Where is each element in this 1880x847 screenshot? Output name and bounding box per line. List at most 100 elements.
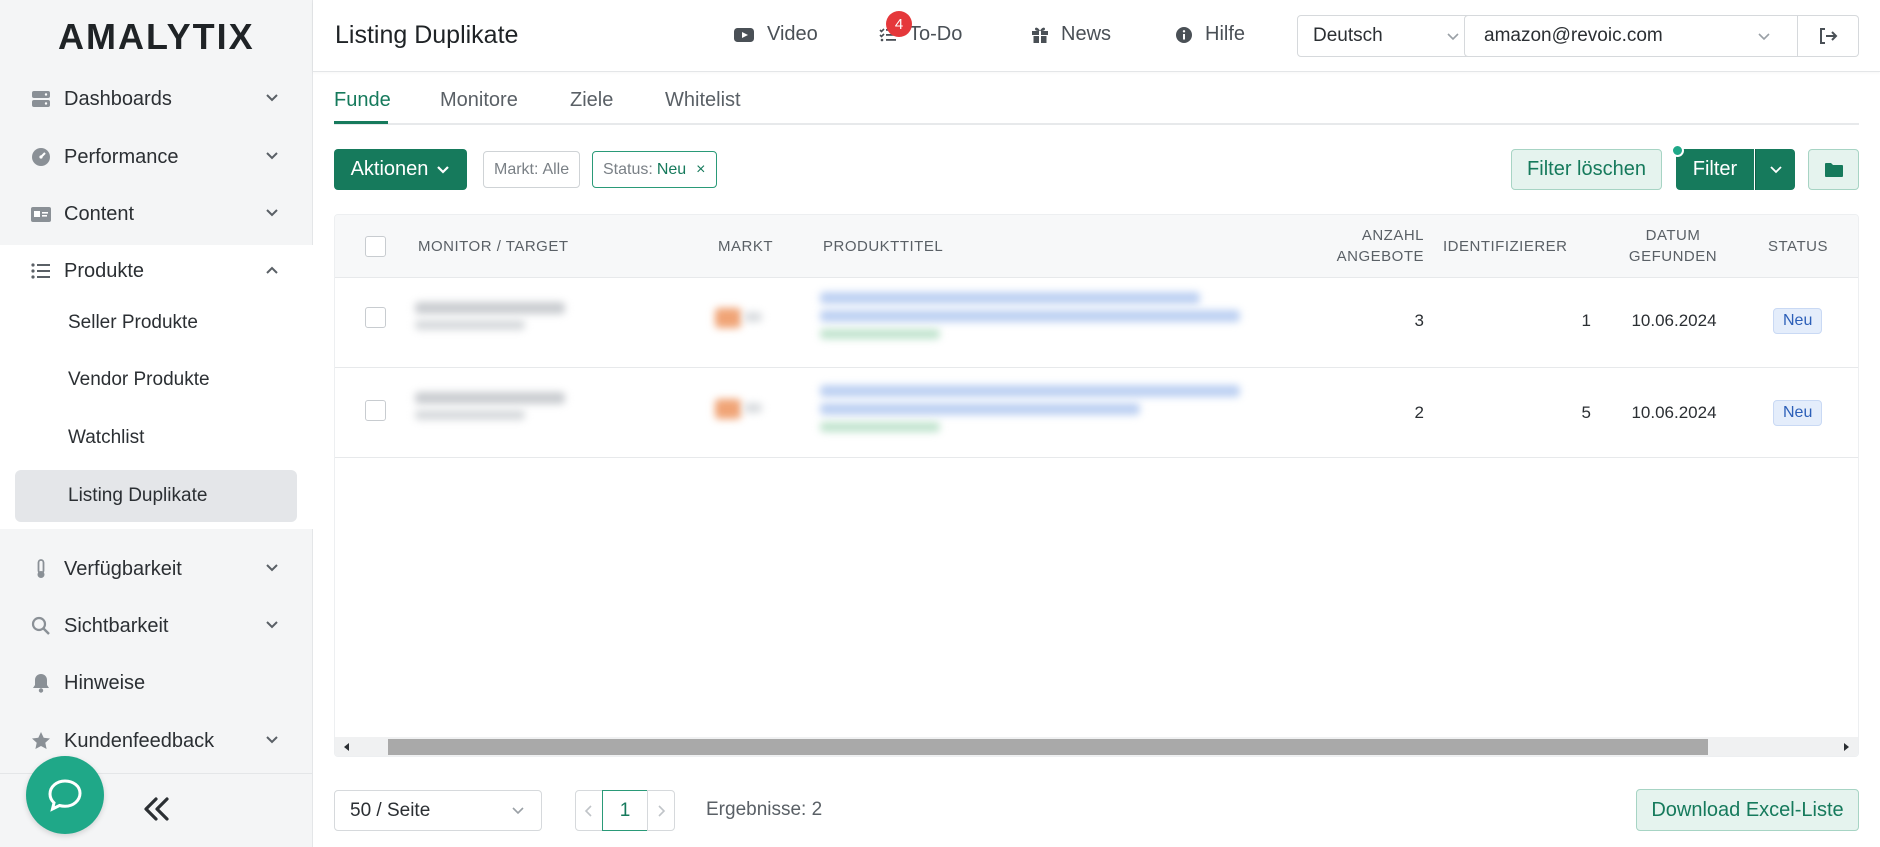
logout-button[interactable] — [1797, 15, 1859, 57]
chip-markt-value: Alle — [542, 160, 570, 178]
blurred-market-code — [744, 312, 762, 322]
news-link[interactable]: News — [1031, 23, 1111, 46]
cell-anzahl-angebote: 2 — [1414, 403, 1424, 422]
sidebar-item-label: Dashboards — [64, 87, 172, 110]
blurred-product-title[interactable] — [820, 403, 1140, 415]
blurred-monitor-name — [415, 302, 565, 314]
chat-button[interactable] — [26, 756, 104, 834]
sidebar-subitem-listing-duplikate[interactable]: Listing Duplikate — [68, 476, 207, 516]
marketplace-flag-icon — [715, 399, 741, 419]
select-all-checkbox[interactable] — [365, 236, 386, 257]
scroll-left-icon[interactable] — [341, 741, 353, 753]
sidebar-subitem-vendor-produkte[interactable]: Vendor Produkte — [68, 360, 210, 400]
sidebar-item-produkte[interactable]: Produkte — [0, 245, 313, 297]
column-header-markt[interactable]: MARKT — [718, 236, 773, 257]
thermometer-icon — [30, 558, 52, 580]
news-label: News — [1061, 23, 1112, 45]
column-header-status[interactable]: STATUS — [1768, 236, 1828, 257]
sidebar-item-label: Kundenfeedback — [64, 729, 215, 752]
column-header-identifizierer[interactable]: IDENTIFIZIERER — [1443, 236, 1568, 257]
header-line: GEFUNDEN — [1628, 248, 1718, 265]
sidebar-item-label: Content — [64, 202, 135, 225]
previous-page-button[interactable] — [575, 790, 603, 831]
tab-funde[interactable]: Funde — [334, 89, 391, 112]
video-link[interactable]: Video — [733, 23, 818, 46]
video-icon — [733, 27, 755, 43]
sidebar-subitem-watchlist[interactable]: Watchlist — [68, 418, 144, 458]
chevron-down-icon — [266, 564, 278, 572]
clear-filter-button[interactable]: Filter löschen — [1511, 149, 1662, 190]
sidebar-item-label: Hinweise — [64, 671, 146, 694]
tab-monitore[interactable]: Monitore — [440, 89, 518, 112]
close-icon[interactable]: × — [696, 161, 705, 179]
tab-ziele[interactable]: Ziele — [570, 89, 613, 112]
chat-icon — [48, 779, 82, 812]
blurred-asin — [820, 329, 940, 339]
sidebar-item-label: Produkte — [64, 259, 145, 282]
column-header-produkttitel[interactable]: PRODUKTTITEL — [823, 236, 943, 257]
sidebar-item-content[interactable]: Content — [0, 188, 313, 240]
chip-status-value: Neu — [656, 160, 687, 178]
sidebar-item-verfuegbarkeit[interactable]: Verfügbarkeit — [0, 543, 313, 595]
chevron-down-icon — [266, 94, 278, 102]
blurred-product-title[interactable] — [820, 310, 1240, 322]
tab-bar: Funde Monitore Ziele Whitelist — [334, 72, 1859, 125]
column-header-monitor[interactable]: MONITOR / TARGET — [418, 236, 569, 257]
filter-active-dot — [1671, 144, 1684, 157]
tab-whitelist[interactable]: Whitelist — [665, 89, 741, 112]
horizontal-scrollbar[interactable] — [335, 737, 1858, 756]
sidebar-item-sichtbarkeit[interactable]: Sichtbarkeit — [0, 600, 313, 652]
marketplace-flag-icon — [715, 308, 741, 328]
table-row[interactable]: 3 1 10.06.2024 Neu — [335, 278, 1858, 368]
chevron-down-icon — [266, 152, 278, 160]
blurred-product-title[interactable] — [820, 385, 1240, 397]
sidebar-subitem-seller-produkte[interactable]: Seller Produkte — [68, 303, 198, 343]
language-select[interactable]: Deutsch — [1297, 15, 1477, 57]
collapse-sidebar-icon[interactable] — [140, 793, 172, 825]
table-row[interactable]: 2 5 10.06.2024 Neu — [335, 368, 1858, 458]
saved-filters-button[interactable] — [1808, 149, 1859, 190]
page-size-select[interactable]: 50 / Seite — [334, 790, 542, 831]
help-link[interactable]: Hilfe — [1175, 23, 1245, 46]
blurred-product-title[interactable] — [820, 292, 1200, 304]
filter-button[interactable]: Filter — [1676, 149, 1754, 190]
sidebar-item-dashboards[interactable]: Dashboards — [0, 73, 313, 125]
filter-dropdown-button[interactable] — [1755, 149, 1795, 190]
brand-logo[interactable]: AMALYTIX — [58, 16, 255, 58]
page-button-1[interactable]: 1 — [602, 790, 648, 831]
list-icon — [30, 260, 52, 282]
cell-identifizierer: 5 — [1581, 403, 1591, 422]
download-excel-button[interactable]: Download Excel-Liste — [1636, 789, 1859, 831]
id-card-icon — [30, 203, 52, 225]
actions-button[interactable]: Aktionen — [334, 149, 467, 190]
info-icon — [1175, 26, 1193, 44]
results-table: MONITOR / TARGET MARKT PRODUKTTITEL ANZA… — [334, 214, 1859, 757]
cell-datum: 10.06.2024 — [1631, 311, 1717, 330]
next-page-button[interactable] — [647, 790, 675, 831]
chevron-down-icon — [512, 807, 524, 815]
scroll-right-icon[interactable] — [1840, 741, 1852, 753]
column-header-anzahl-angebote[interactable]: ANZAHL ANGEBOTE — [1319, 225, 1424, 267]
help-label: Hilfe — [1205, 23, 1246, 45]
filter-chip-markt[interactable]: Markt: Alle — [483, 151, 581, 188]
actions-label: Aktionen — [350, 158, 429, 180]
row-checkbox[interactable] — [365, 400, 386, 421]
header-line: DATUM — [1645, 227, 1701, 244]
sidebar-item-hinweise[interactable]: Hinweise — [0, 657, 313, 709]
video-label: Video — [767, 23, 818, 45]
header-line: ANZAHL — [1361, 227, 1424, 244]
account-select[interactable]: amazon@revoic.com — [1464, 15, 1798, 57]
account-email: amazon@revoic.com — [1484, 25, 1663, 46]
gauge-icon — [30, 146, 52, 168]
table-header: MONITOR / TARGET MARKT PRODUKTTITEL ANZA… — [335, 215, 1858, 278]
scrollbar-thumb[interactable] — [388, 739, 1708, 755]
sidebar-item-performance[interactable]: Performance — [0, 131, 313, 183]
column-header-datum-gefunden[interactable]: DATUM GEFUNDEN — [1613, 225, 1733, 267]
filter-chip-status[interactable]: Status: Neu × — [592, 151, 717, 188]
cell-anzahl-angebote: 3 — [1414, 311, 1424, 330]
server-icon — [30, 88, 52, 110]
row-checkbox[interactable] — [365, 307, 386, 328]
blurred-market-code — [744, 403, 762, 413]
blurred-monitor-name — [415, 392, 565, 404]
chevron-down-icon — [1447, 33, 1459, 41]
